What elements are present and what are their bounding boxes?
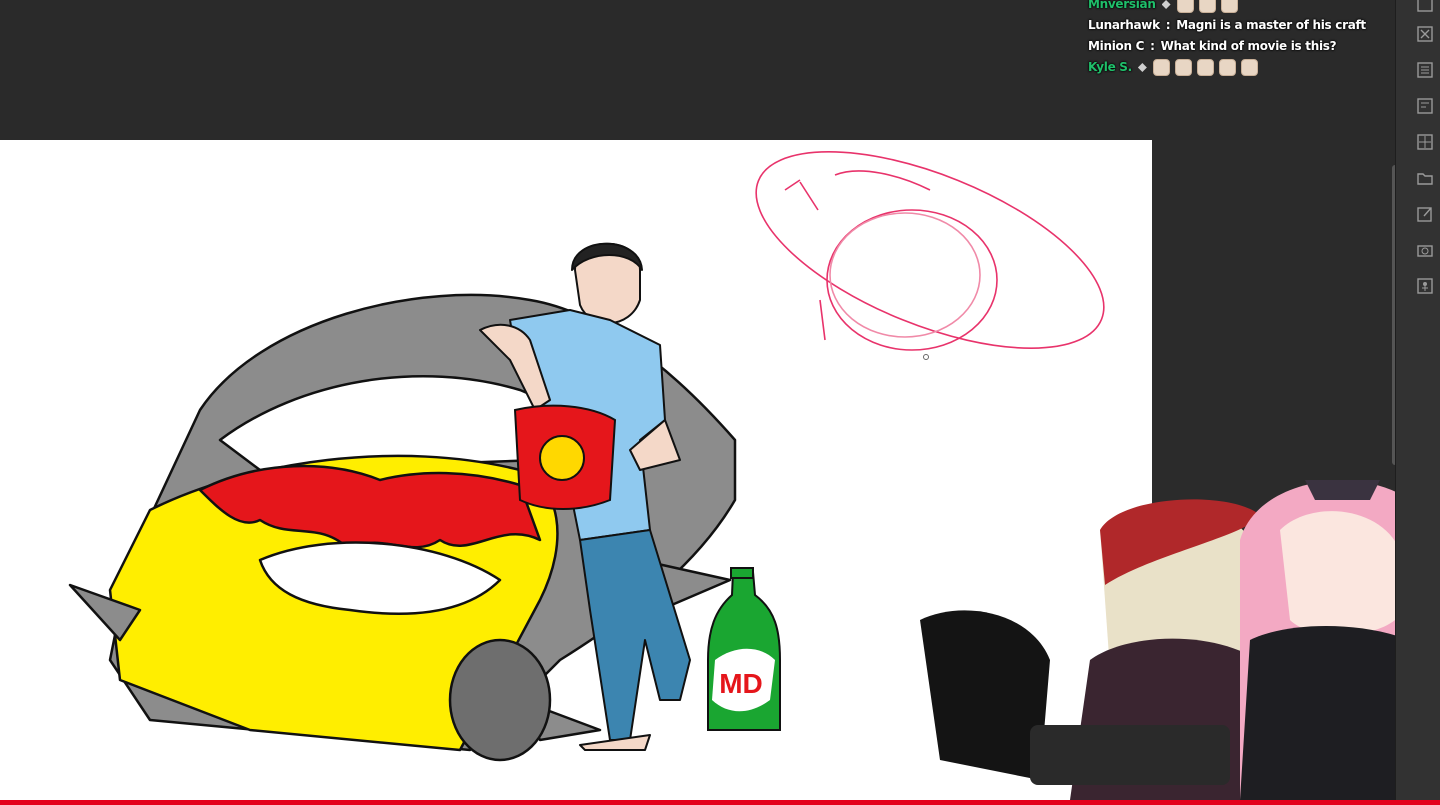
emote-icon: [1198, 0, 1216, 13]
bottle-label: MD: [719, 668, 763, 699]
emote-icon: [1240, 59, 1258, 76]
emote-icon: [1218, 59, 1236, 76]
accent-bar: [0, 800, 1440, 805]
moderator-badge-icon: [1161, 0, 1171, 9]
chat-message: Lunarhawk : Magni is a master of his cra…: [1088, 15, 1388, 36]
close-layer-icon[interactable]: [1410, 20, 1440, 48]
chat-username: Lunarhawk: [1088, 18, 1160, 32]
copy-icon[interactable]: [1410, 0, 1440, 18]
grid-icon[interactable]: [1410, 128, 1440, 156]
layer-panel-icon[interactable]: [1410, 92, 1440, 120]
emote-icon: [1196, 59, 1214, 76]
edit-icon[interactable]: [1410, 200, 1440, 228]
camera-icon[interactable]: [1410, 236, 1440, 264]
chat-overlay: Mnversian Lunarhawk : Magni is a master …: [1088, 0, 1388, 78]
chat-text: Magni is a master of his craft: [1176, 18, 1366, 32]
brush-cursor-icon: [923, 354, 929, 360]
chat-username: Mnversian: [1088, 0, 1156, 11]
folder-icon[interactable]: [1410, 164, 1440, 192]
emote-icon: [1152, 59, 1170, 76]
chat-username: Kyle S.: [1088, 60, 1132, 74]
person-icon[interactable]: [1410, 272, 1440, 300]
pink-sketch: [755, 151, 1105, 351]
chat-message: Kyle S.: [1088, 57, 1388, 78]
chat-message: Mnversian: [1088, 0, 1388, 15]
chat-username: Minion C: [1088, 39, 1145, 53]
emote-icon: [1176, 0, 1194, 13]
chips-bag: [513, 404, 617, 510]
emote-icon: [1174, 59, 1192, 76]
chat-text: What kind of movie is this?: [1160, 39, 1337, 53]
emote-icon: [1220, 0, 1238, 13]
pattern-icon[interactable]: [1410, 56, 1440, 84]
chat-message: Minion C : What kind of movie is this?: [1088, 36, 1388, 57]
blonde-avatar: [920, 499, 1290, 800]
right-toolbar: [1395, 0, 1440, 805]
bottle: MD: [707, 567, 781, 731]
moderator-badge-icon: [1137, 63, 1147, 72]
vtuber-avatars: [910, 460, 1440, 800]
